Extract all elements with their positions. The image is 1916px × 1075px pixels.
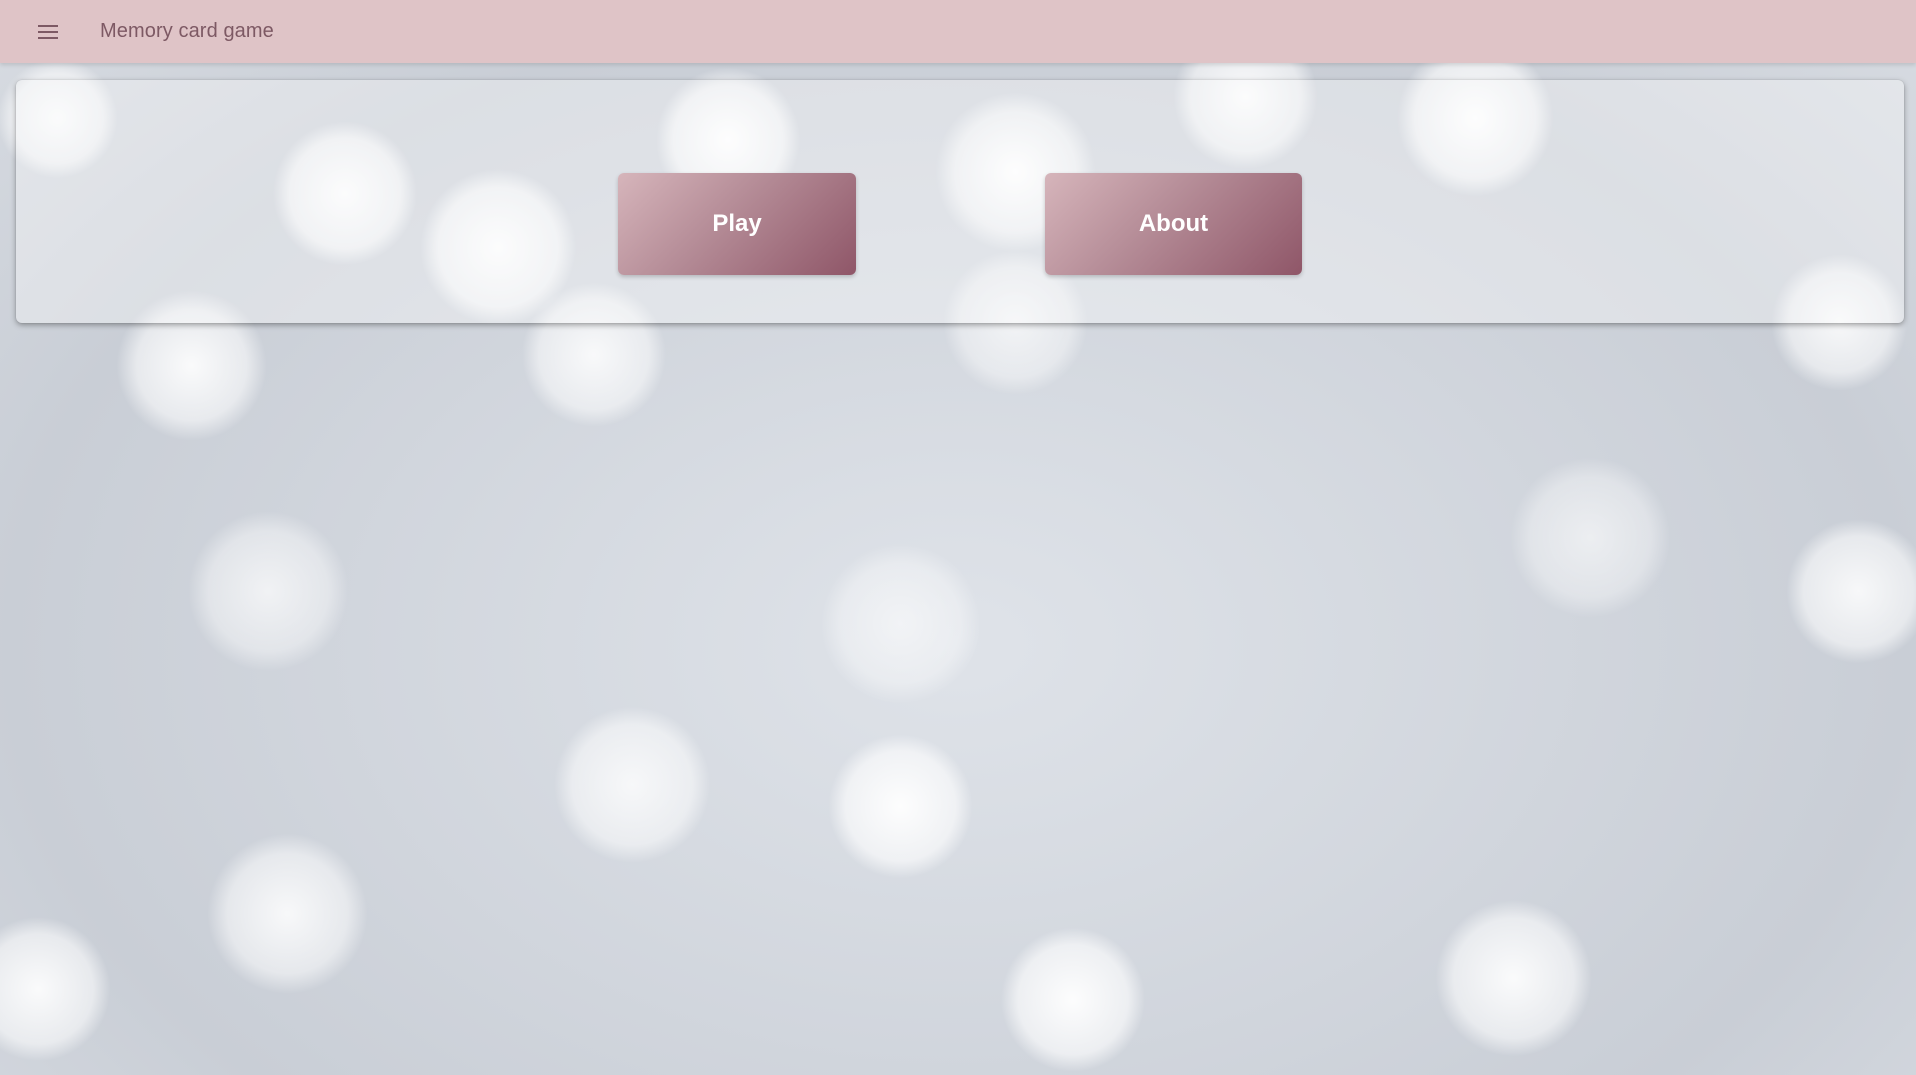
about-button[interactable]: About <box>1045 173 1302 275</box>
menu-button[interactable] <box>20 4 76 60</box>
app-title: Memory card game <box>100 20 274 42</box>
menu-icon <box>38 24 58 39</box>
app-bar: Memory card game <box>0 0 1916 63</box>
play-button[interactable]: Play <box>618 173 856 275</box>
main-menu-card: Play About <box>16 80 1904 323</box>
